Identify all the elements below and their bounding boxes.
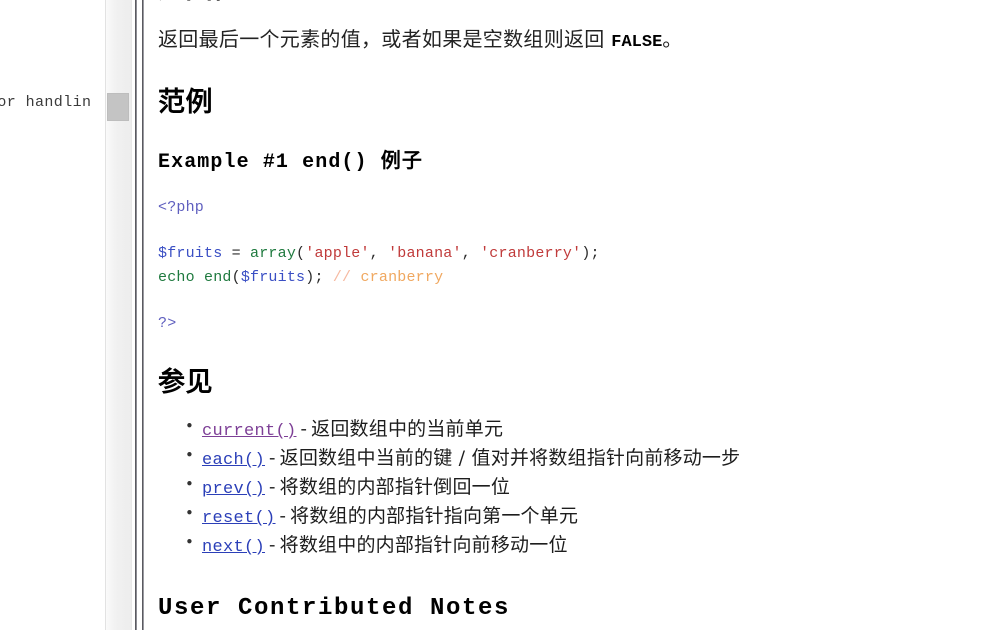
left-clipped-pane: ror handlin: [0, 0, 105, 630]
see-also-link-current[interactable]: current(): [202, 422, 297, 441]
return-value-text-before: 返回最后一个元素的值，或者如果是空数组则返回: [158, 27, 612, 52]
user-contributed-notes-heading: User Contributed Notes: [158, 595, 511, 623]
code-function-end: end: [204, 268, 232, 286]
code-semicolon-2: ;: [314, 268, 333, 286]
examples-heading: 范例: [158, 86, 213, 118]
see-also-dash-0: -: [300, 418, 308, 441]
code-paren-close-1: ): [581, 245, 591, 263]
code-semicolon-1: ;: [590, 245, 600, 263]
see-also-dash-1: -: [269, 447, 276, 470]
vertical-scrollbar[interactable]: [105, 0, 132, 630]
scrollbar-thumb[interactable]: [107, 93, 129, 121]
see-also-dash-3: -: [279, 505, 287, 528]
see-also-heading: 参见: [158, 367, 213, 399]
php-close-tag: ?>: [158, 315, 177, 333]
code-string-apple: 'apple': [305, 245, 370, 263]
code-comment-text: cranberry: [351, 268, 444, 286]
see-also-link-prev[interactable]: prev(): [202, 480, 265, 499]
code-comment-slashes: //: [332, 268, 352, 286]
code-variable-fruits: $fruits: [158, 245, 223, 263]
see-also-dash-2: -: [269, 476, 276, 499]
code-string-cranberry: 'cranberry': [480, 245, 582, 263]
code-function-array: array: [250, 245, 297, 263]
code-equals: =: [222, 245, 251, 263]
see-also-link-next[interactable]: next(): [202, 538, 265, 557]
see-also-desc-0: 返回数组中的当前单元: [311, 418, 504, 441]
code-comma-1: ,: [369, 245, 389, 263]
see-also-desc-3: 将数组的内部指针指向第一个单元: [290, 505, 579, 528]
return-value-heading: 返回值: [158, 0, 1005, 5]
pane-divider: [132, 0, 146, 630]
see-also-list: current()-返回数组中的当前单元 each()-返回数组中当前的键 / …: [158, 415, 1005, 561]
example-title-cjk: 例子: [380, 147, 423, 172]
code-paren-open-2: (: [231, 268, 241, 286]
example-title-code: Example #1 end(): [158, 150, 368, 174]
see-also-desc-4: 将数组中的内部指针向前移动一位: [279, 534, 568, 557]
page-root: ror handlin 返回值 返回最后一个元素的值，或者如果是空数组则返回 F…: [0, 0, 1005, 630]
left-pane-clipped-text: ror handlin: [0, 94, 92, 111]
php-open-tag: <?php: [158, 198, 205, 216]
list-item: current()-返回数组中的当前单元: [185, 415, 1005, 445]
see-also-link-reset[interactable]: reset(): [202, 509, 276, 528]
return-value-text-after: 。: [662, 27, 683, 52]
example-title: Example #1 end() 例子: [158, 144, 1005, 174]
list-item: next()-将数组中的内部指针向前移动一位: [185, 531, 1005, 561]
see-also-desc-1: 返回数组中当前的键 / 值对并将数组指针向前移动一步: [279, 447, 741, 470]
see-also-dash-4: -: [269, 534, 276, 557]
see-also-link-each[interactable]: each(): [202, 451, 265, 470]
false-keyword: FALSE: [611, 33, 663, 53]
list-item: each()-返回数组中当前的键 / 值对并将数组指针向前移动一步: [185, 444, 1005, 474]
code-paren-open-1: (: [296, 245, 306, 263]
code-keyword-echo: echo: [158, 268, 195, 286]
code-variable-fruits-2: $fruits: [240, 268, 306, 286]
code-block: <?php $fruits = array('apple', 'banana',…: [158, 196, 1005, 336]
return-value-paragraph: 返回最后一个元素的值，或者如果是空数组则返回 FALSE。: [158, 25, 1005, 55]
list-item: reset()-将数组的内部指针指向第一个单元: [185, 502, 1005, 532]
divider-rule-4: [143, 0, 144, 630]
code-comma-2: ,: [461, 245, 481, 263]
documentation-pane: 返回值 返回最后一个元素的值，或者如果是空数组则返回 FALSE。 范例 Exa…: [146, 0, 1005, 630]
see-also-desc-2: 将数组的内部指针倒回一位: [279, 476, 511, 499]
divider-rule-2: [136, 0, 137, 630]
list-item: prev()-将数组的内部指针倒回一位: [185, 473, 1005, 503]
code-string-banana: 'banana': [388, 245, 462, 263]
